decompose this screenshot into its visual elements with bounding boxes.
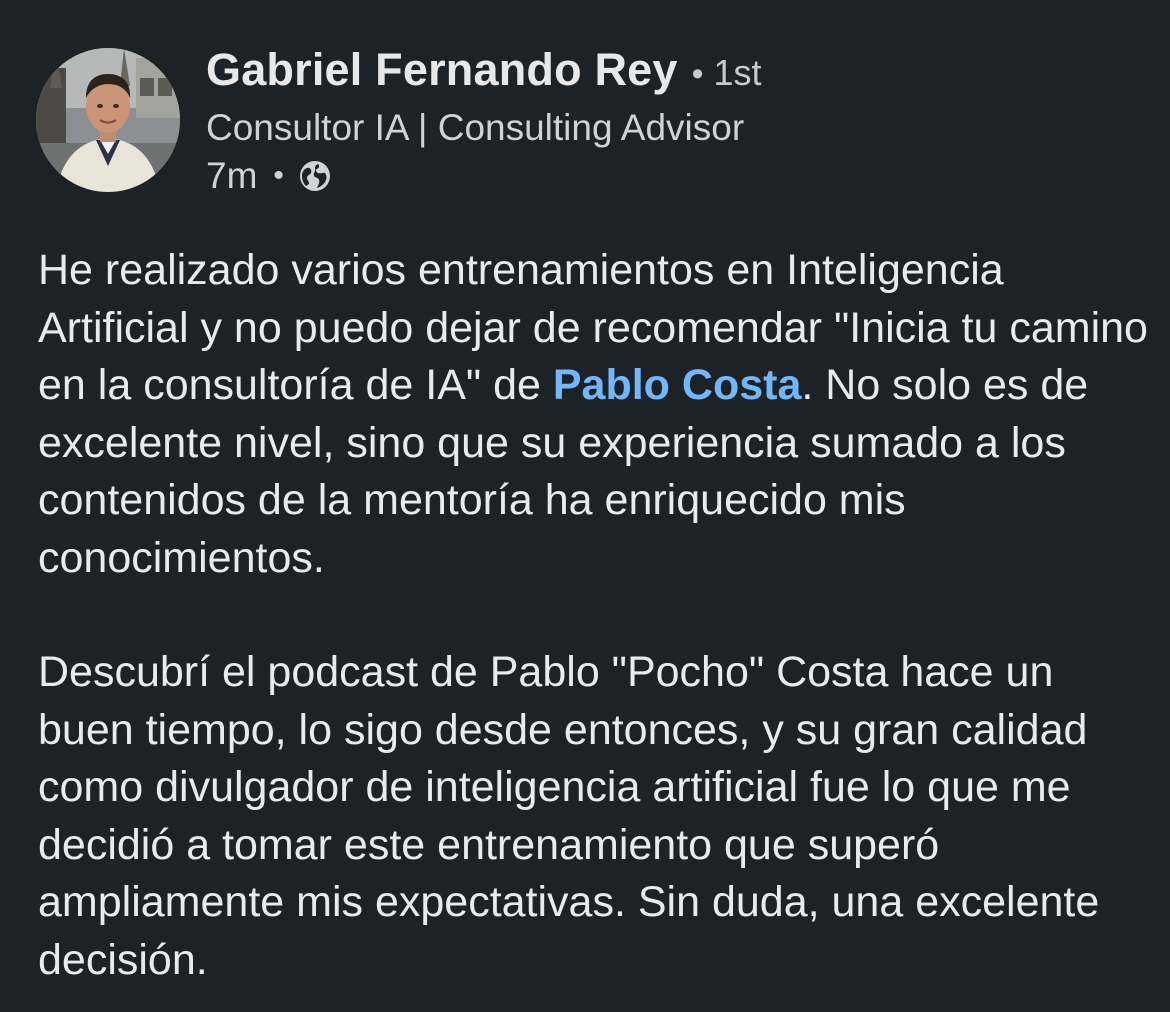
author-meta: Gabriel Fernando Rey • 1st Consultor IA … bbox=[206, 44, 762, 200]
author-avatar[interactable] bbox=[36, 48, 180, 192]
time-separator: • bbox=[273, 159, 284, 192]
author-name-line: Gabriel Fernando Rey • 1st bbox=[206, 44, 762, 100]
author-name[interactable]: Gabriel Fernando Rey bbox=[206, 44, 678, 96]
post-text: He realizado varios entrenamientos en In… bbox=[38, 242, 1148, 989]
post-paragraph-1: He realizado varios entrenamientos en In… bbox=[38, 242, 1148, 587]
author-headline: Consultor IA | Consulting Advisor bbox=[206, 107, 745, 148]
name-separator: • bbox=[691, 55, 704, 93]
post-paragraph-2: Descubrí el podcast de Pablo "Pocho" Cos… bbox=[38, 648, 1100, 984]
post-header: Gabriel Fernando Rey • 1st Consultor IA … bbox=[36, 44, 1136, 204]
mention-link[interactable]: Pablo Costa bbox=[553, 361, 802, 409]
connection-degree: 1st bbox=[713, 52, 762, 93]
post-time-line: 7m • bbox=[206, 152, 762, 200]
globe-icon bbox=[298, 159, 332, 193]
post-time: 7m bbox=[206, 155, 258, 196]
